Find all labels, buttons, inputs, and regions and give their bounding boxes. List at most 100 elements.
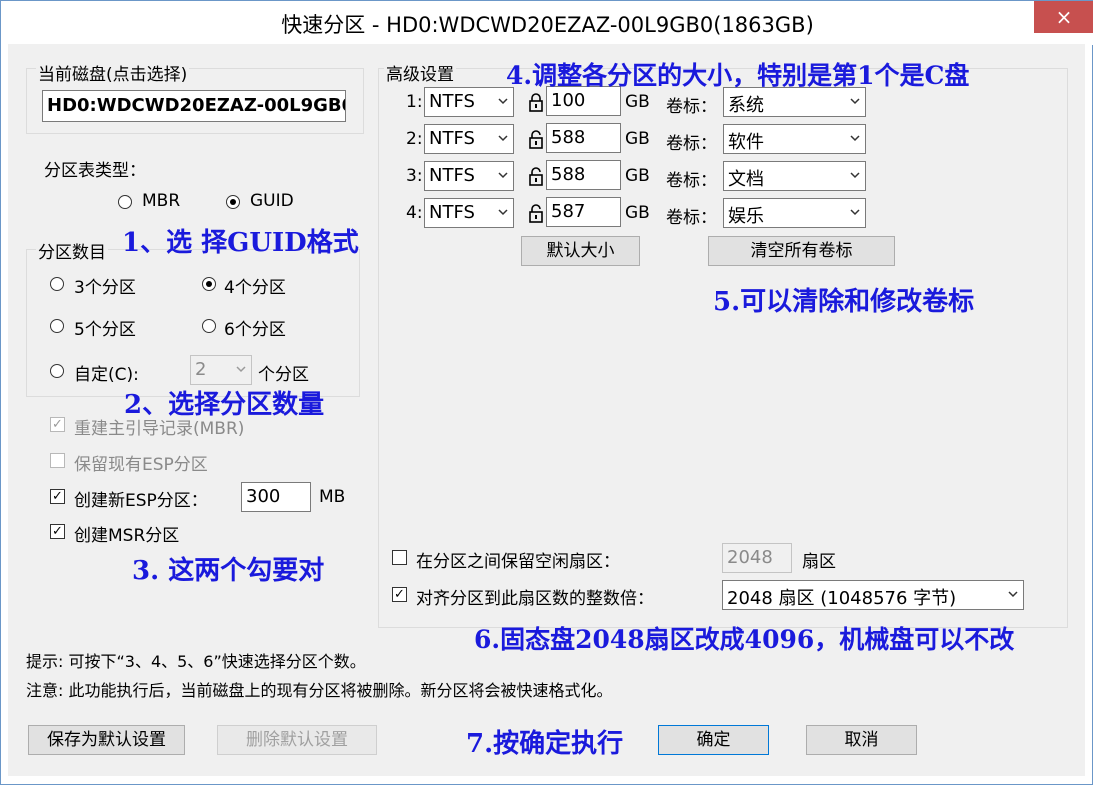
esp-size-input[interactable]: 300 <box>241 482 311 512</box>
save-default-button[interactable]: 保存为默认设置 <box>28 725 185 755</box>
dialog-client-area: 当前磁盘(点击选择) HD0:WDCWD20EZAZ-00L9GB0(18 分区… <box>8 44 1085 776</box>
partition-row-1-fs-value: NTFS <box>429 91 475 112</box>
partition-row-3-size-input[interactable]: 588 <box>546 160 621 190</box>
create-esp-label: 创建新ESP分区： <box>74 491 208 511</box>
radio-custom[interactable] <box>50 364 64 378</box>
close-button[interactable]: × <box>1034 1 1093 33</box>
radio-mbr[interactable] <box>118 195 132 209</box>
align-select[interactable]: 2048 扇区 (1048576 字节) <box>722 580 1024 610</box>
custom-count-combo[interactable]: 2 <box>190 355 252 385</box>
esp-size-unit: MB <box>319 487 346 507</box>
radio-guid-label: GUID <box>250 191 294 211</box>
create-msr-label: 创建MSR分区 <box>74 526 180 546</box>
chevron-down-icon <box>850 135 860 142</box>
radio-3-partitions-label: 3个分区 <box>74 278 136 298</box>
radio-4-partitions-label: 4个分区 <box>224 278 286 298</box>
unlock-icon[interactable] <box>527 203 545 223</box>
current-disk-selector[interactable]: HD0:WDCWD20EZAZ-00L9GB0(18 <box>42 90 346 122</box>
rebuild-mbr-checkbox[interactable]: ✓ <box>50 417 65 432</box>
title-bar[interactable]: 快速分区 - HD0:WDCWD20EZAZ-00L9GB0(1863GB) × <box>1 1 1093 45</box>
keep-free-checkbox[interactable] <box>392 550 407 565</box>
keep-free-input[interactable]: 2048 <box>722 543 792 573</box>
radio-guid[interactable] <box>226 195 240 209</box>
cancel-button[interactable]: 取消 <box>806 725 917 755</box>
partition-row-2-label-value: 软件 <box>728 132 764 153</box>
annotation-4: 4.调整各分区的大小，特别是第1个是C盘 <box>506 61 970 90</box>
partition-row-2-number: 2: <box>406 129 423 149</box>
partition-row-3-label-value: 文档 <box>728 169 764 190</box>
partition-row-3-vol-label: 卷标： <box>666 171 717 191</box>
partition-row-3-label-combo[interactable]: 文档 <box>723 161 866 191</box>
partition-row-2-label-combo[interactable]: 软件 <box>723 124 866 154</box>
partition-row-2-fs-select[interactable]: NTFS <box>424 124 514 154</box>
delete-default-button[interactable]: 删除默认设置 <box>217 725 377 755</box>
chevron-down-icon <box>850 209 860 216</box>
keep-esp-checkbox[interactable] <box>50 453 65 468</box>
radio-5-partitions[interactable] <box>50 319 64 333</box>
custom-count-suffix: 个分区 <box>258 365 309 385</box>
ok-button[interactable]: 确定 <box>658 725 769 755</box>
align-checkbox[interactable]: ✓ <box>392 587 407 602</box>
partition-row-1-label-value: 系统 <box>728 95 764 116</box>
window-title: 快速分区 - HD0:WDCWD20EZAZ-00L9GB0(1863GB) <box>281 13 814 37</box>
radio-6-partitions[interactable] <box>202 319 216 333</box>
partition-row-3-unit: GB <box>625 166 650 186</box>
align-select-value: 2048 扇区 (1048576 字节) <box>727 588 957 609</box>
close-icon: × <box>1055 5 1073 29</box>
tip-text: 提示: 可按下“3、4、5、6”快速选择分区个数。 <box>26 652 366 671</box>
partition-row-4-fs-select[interactable]: NTFS <box>424 198 514 228</box>
partition-row-4-size-input[interactable]: 587 <box>546 197 621 227</box>
partition-row-1-fs-select[interactable]: NTFS <box>424 87 514 117</box>
warning-text: 注意: 此功能执行后，当前磁盘上的现有分区将被删除。新分区将会被快速格式化。 <box>26 681 613 700</box>
partition-row-1-vol-label: 卷标： <box>666 97 717 117</box>
radio-6-partitions-label: 6个分区 <box>224 320 286 340</box>
partition-row-1-unit: GB <box>625 92 650 112</box>
partition-row-4-unit: GB <box>625 203 650 223</box>
create-msr-checkbox[interactable]: ✓ <box>50 524 65 539</box>
partition-row-4-fs-value: NTFS <box>429 202 475 223</box>
annotation-6: 6.固态盘2048扇区改成4096，机械盘可以不改 <box>474 625 1015 654</box>
default-size-button[interactable]: 默认大小 <box>521 236 640 266</box>
partition-row-3-fs-select[interactable]: NTFS <box>424 161 514 191</box>
partition-row-4-vol-label: 卷标： <box>666 208 717 228</box>
unlock-icon[interactable] <box>527 129 545 149</box>
radio-custom-label: 自定(C): <box>74 365 139 385</box>
annotation-2: 2、选择分区数量 <box>124 390 325 420</box>
keep-esp-label: 保留现有ESP分区 <box>74 455 208 475</box>
chevron-down-icon <box>498 172 508 179</box>
radio-3-partitions[interactable] <box>50 277 64 291</box>
partition-table-type-label: 分区表类型： <box>44 161 146 181</box>
unlock-icon[interactable] <box>527 166 545 186</box>
custom-count-value: 2 <box>195 359 207 380</box>
partition-row-2-unit: GB <box>625 129 650 149</box>
partition-row-2-size-input[interactable]: 588 <box>546 123 621 153</box>
partition-row-3-fs-value: NTFS <box>429 165 475 186</box>
keep-free-unit: 扇区 <box>802 552 836 572</box>
keep-free-label: 在分区之间保留空闲扇区： <box>416 552 620 572</box>
partition-row-3-number: 3: <box>406 166 423 186</box>
chevron-down-icon <box>236 366 246 373</box>
lock-icon[interactable] <box>527 92 545 112</box>
chevron-down-icon <box>498 98 508 105</box>
chevron-down-icon <box>850 172 860 179</box>
create-esp-checkbox[interactable]: ✓ <box>50 489 65 504</box>
chevron-down-icon <box>1008 591 1018 598</box>
clear-labels-button[interactable]: 清空所有卷标 <box>708 236 895 266</box>
annotation-1: 1、选 择GUID格式 <box>122 228 359 258</box>
partition-row-2-vol-label: 卷标： <box>666 134 717 154</box>
current-disk-label: 当前磁盘(点击选择) <box>36 60 190 85</box>
annotation-5: 5.可以清除和修改卷标 <box>713 287 975 317</box>
partition-row-4-label-value: 娱乐 <box>728 206 764 227</box>
chevron-down-icon <box>850 98 860 105</box>
partition-row-4-label-combo[interactable]: 娱乐 <box>723 198 866 228</box>
partition-row-2-fs-value: NTFS <box>429 128 475 149</box>
annotation-3: 3. 这两个勾要对 <box>132 556 325 586</box>
radio-4-partitions[interactable] <box>202 277 216 291</box>
partition-count-label: 分区数目 <box>36 238 108 263</box>
chevron-down-icon <box>498 209 508 216</box>
partition-row-4-number: 4: <box>406 203 423 223</box>
partition-row-1-number: 1: <box>406 92 423 112</box>
align-label: 对齐分区到此扇区数的整数倍： <box>416 589 654 609</box>
annotation-7: 7.按确定执行 <box>466 729 624 759</box>
radio-5-partitions-label: 5个分区 <box>74 320 136 340</box>
